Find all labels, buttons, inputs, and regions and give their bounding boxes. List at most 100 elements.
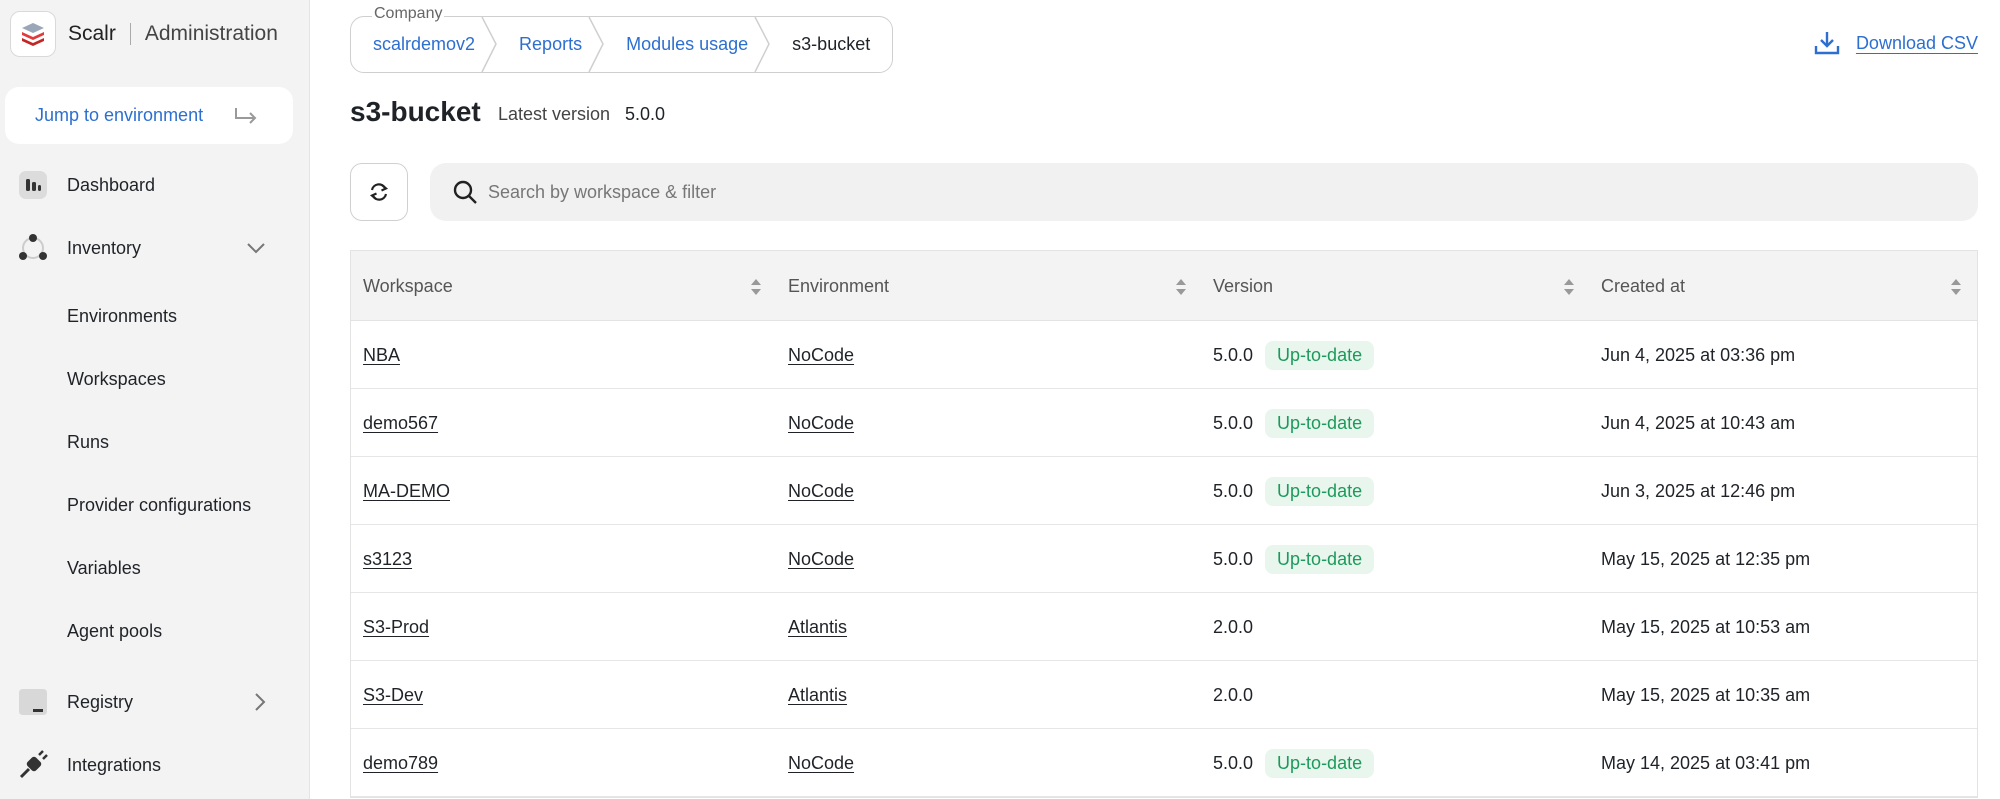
sidebar-subitem-workspaces[interactable]: Workspaces [67, 369, 166, 390]
version-cell: 5.0.0 Up-to-date [1213, 525, 1375, 593]
created-at-value: May 14, 2025 at 03:41 pm [1601, 752, 1811, 773]
version-cell: 5.0.0 Up-to-date [1213, 389, 1375, 457]
brand-area: Administration [144, 22, 278, 45]
column-header-created-at[interactable]: Created at [1601, 251, 1685, 321]
sidebar-item-integrations[interactable]: Integrations [0, 745, 310, 785]
version-cell: 5.0.0 Up-to-date [1213, 321, 1375, 389]
table-row: S3-Prod Atlantis 2.0.0 May 15, 2025 at 10:5… [351, 593, 1977, 661]
version-value: 5.0.0 [1213, 548, 1254, 569]
environment-link[interactable]: Atlantis [788, 685, 847, 706]
sidebar-item-label: Inventory [67, 237, 142, 258]
created-at-value: May 15, 2025 at 10:53 am [1601, 616, 1811, 637]
status-badge: Up-to-date [1265, 408, 1375, 438]
download-icon [1814, 32, 1840, 55]
breadcrumb-item-current: s3-bucket [770, 17, 892, 72]
brand[interactable]: Scalr Administration [10, 11, 278, 57]
sidebar-subitem-environments[interactable]: Environments [67, 306, 177, 327]
created-at-cell: May 15, 2025 at 10:53 am [1601, 593, 1810, 661]
version-cell: 5.0.0 Up-to-date [1213, 457, 1375, 525]
chevron-down-icon[interactable] [246, 242, 266, 254]
breadcrumb-caption: Company [372, 5, 445, 23]
refresh-icon [369, 183, 389, 201]
breadcrumb-current-label: s3-bucket [792, 34, 871, 54]
status-badge: Up-to-date [1265, 476, 1375, 506]
chevron-right-icon[interactable] [254, 692, 266, 712]
modules-usage-table: Workspace Environment Version Created at… [350, 250, 1978, 798]
environment-link[interactable]: Atlantis [788, 617, 847, 638]
download-csv-button[interactable]: Download CSV [1814, 30, 1978, 56]
breadcrumb-separator [754, 17, 771, 72]
integrations-icon [17, 749, 49, 781]
version-cell: 2.0.0 [1213, 593, 1253, 661]
breadcrumb-link[interactable]: Reports [519, 34, 582, 55]
version-value: 5.0.0 [1213, 480, 1254, 501]
column-header-version[interactable]: Version [1213, 251, 1273, 321]
workspace-link[interactable]: NBA [363, 345, 400, 366]
sidebar-item-dashboard[interactable]: Dashboard [0, 165, 310, 205]
environment-link[interactable]: NoCode [788, 413, 854, 434]
page-title: s3-bucket [350, 96, 481, 127]
refresh-button[interactable] [350, 163, 408, 221]
download-csv-label: Download CSV [1855, 32, 1978, 53]
workspace-cell: NBA [363, 321, 400, 389]
sidebar-item-inventory[interactable]: Inventory [0, 228, 310, 268]
environment-cell: Atlantis [788, 593, 847, 661]
environment-cell: NoCode [788, 525, 854, 593]
status-badge: Up-to-date [1265, 748, 1375, 778]
created-at-cell: Jun 3, 2025 at 12:46 pm [1601, 457, 1795, 525]
workspace-link[interactable]: s3123 [363, 549, 412, 570]
column-header-label: Workspace [363, 275, 453, 296]
created-at-cell: May 15, 2025 at 10:35 am [1601, 661, 1810, 729]
table-row: demo567 NoCode 5.0.0 Up-to-date Jun 4, 2025 … [351, 389, 1977, 457]
sort-icon[interactable] [1174, 277, 1188, 297]
breadcrumb: scalrdemov2 Reports Modules usage s3-buc… [350, 16, 894, 73]
jump-to-environment-button[interactable]: Jump to environment [5, 87, 293, 144]
environment-cell: NoCode [788, 729, 854, 797]
created-at-value: May 15, 2025 at 12:35 pm [1601, 548, 1811, 569]
version-value: 5.0.0 [1213, 752, 1254, 773]
breadcrumb-item-reports[interactable]: Reports [497, 17, 604, 72]
created-at-value: May 15, 2025 at 10:35 am [1601, 684, 1811, 705]
sidebar-subitem-provider-configurations[interactable]: Provider configurations [67, 495, 251, 516]
sidebar-item-registry[interactable]: Registry [0, 682, 310, 722]
version-value: 5.0.0 [1213, 344, 1254, 365]
inventory-icon [17, 232, 49, 264]
sort-icon[interactable] [1949, 277, 1963, 297]
workspace-link[interactable]: demo567 [363, 413, 438, 434]
workspace-cell: MA-DEMO [363, 457, 450, 525]
breadcrumb-link[interactable]: scalrdemov2 [373, 34, 475, 55]
breadcrumb-link[interactable]: Modules usage [626, 34, 748, 55]
environment-link[interactable]: NoCode [788, 345, 854, 366]
workspace-link[interactable]: demo789 [363, 753, 438, 774]
table-row: S3-Dev Atlantis 2.0.0 May 15, 2025 at 10:35… [351, 661, 1977, 729]
workspace-link[interactable]: MA-DEMO [363, 481, 450, 502]
search-input[interactable] [488, 177, 1948, 207]
scalr-logo-icon [10, 11, 56, 57]
breadcrumb-item-company[interactable]: scalrdemov2 [351, 17, 497, 72]
sort-icon[interactable] [1562, 277, 1576, 297]
sort-icon[interactable] [749, 277, 763, 297]
created-at-cell: Jun 4, 2025 at 10:43 am [1601, 389, 1795, 457]
column-header-environment[interactable]: Environment [788, 251, 889, 321]
status-badge: Up-to-date [1265, 340, 1375, 370]
environment-link[interactable]: NoCode [788, 481, 854, 502]
sidebar-subitem-runs[interactable]: Runs [67, 432, 109, 453]
registry-icon [17, 686, 49, 718]
environment-link[interactable]: NoCode [788, 549, 854, 570]
workspace-link[interactable]: S3-Dev [363, 685, 423, 706]
search-bar [430, 163, 1978, 221]
breadcrumb-separator [588, 17, 604, 72]
table-row: s3123 NoCode 5.0.0 Up-to-date May 15, 2025 a… [351, 525, 1977, 593]
created-at-cell: May 14, 2025 at 03:41 pm [1601, 729, 1810, 797]
sidebar-subitem-agent-pools[interactable]: Agent pools [67, 621, 162, 642]
workspace-link[interactable]: S3-Prod [363, 617, 429, 638]
column-header-workspace[interactable]: Workspace [363, 251, 453, 321]
sidebar-subitem-variables[interactable]: Variables [67, 558, 141, 579]
sidebar: Scalr Administration Jump to environment… [0, 0, 310, 799]
table-row: demo789 NoCode 5.0.0 Up-to-date May 14, 2025… [351, 729, 1977, 797]
environment-cell: NoCode [788, 389, 854, 457]
workspace-cell: s3123 [363, 525, 412, 593]
breadcrumb-item-modules-usage[interactable]: Modules usage [604, 17, 771, 72]
environment-link[interactable]: NoCode [788, 753, 854, 774]
workspace-cell: demo567 [363, 389, 438, 457]
